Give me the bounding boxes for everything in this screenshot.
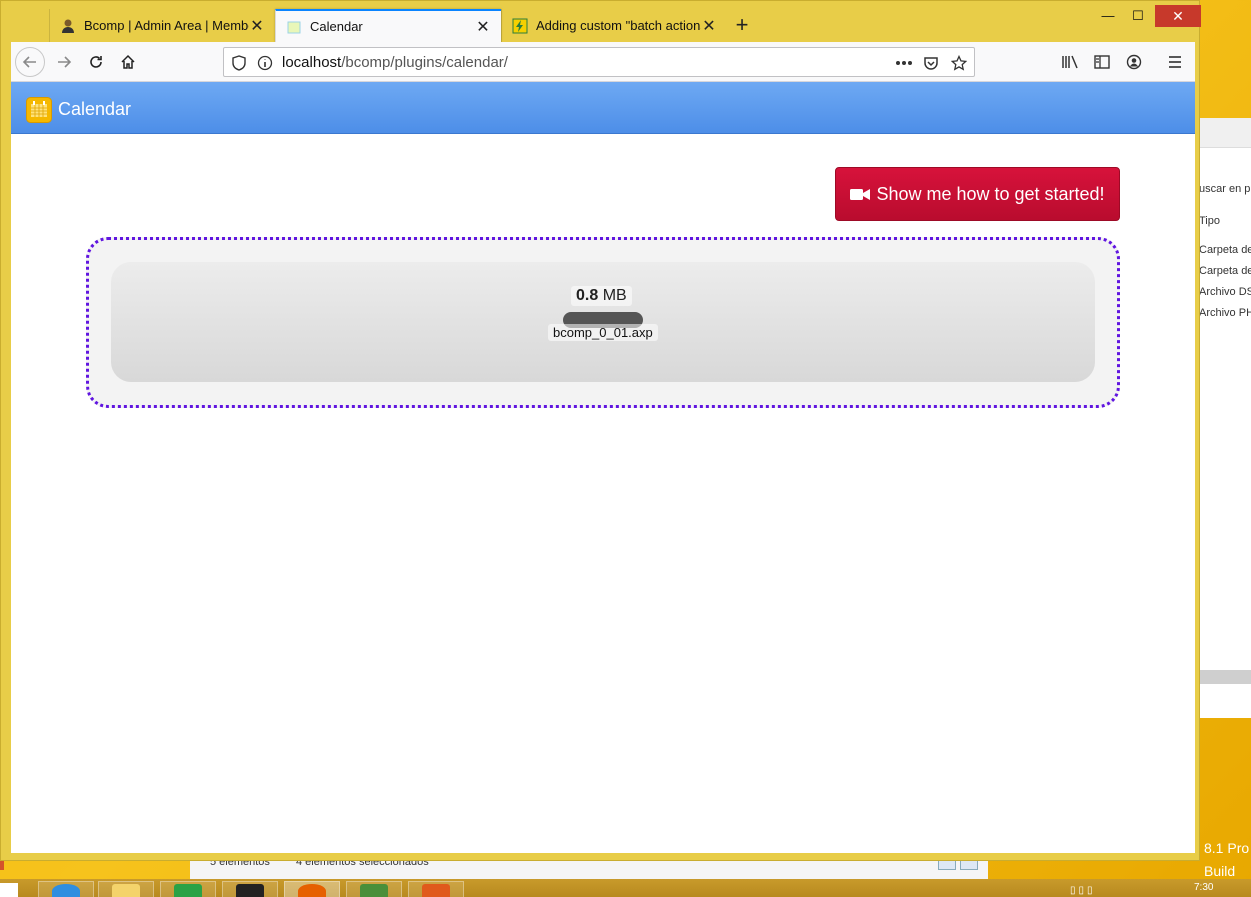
explorer-ribbon [1197, 118, 1251, 148]
owl-icon [422, 884, 450, 897]
hamburger-menu-icon [1169, 56, 1181, 68]
tab-batch-actions[interactable]: Adding custom "batch actions" ✕ [501, 9, 727, 42]
forward-button[interactable] [49, 47, 79, 77]
site-info-icon[interactable] [256, 54, 274, 72]
explorer-row[interactable]: Archivo PH [1199, 307, 1251, 319]
taskbar-store[interactable] [160, 881, 216, 897]
system-tray-icons[interactable]: ▯▯▯ [1070, 885, 1096, 896]
start-button-icon[interactable] [0, 883, 18, 897]
library-button[interactable] [1055, 47, 1085, 77]
tab-calendar[interactable]: Calendar ✕ [275, 9, 501, 42]
back-button[interactable] [15, 47, 45, 77]
explorer-row[interactable]: Carpeta de [1199, 244, 1251, 256]
file-size: 0.8 MB [571, 286, 632, 306]
window-controls: — ☐ ✕ [1093, 1, 1201, 31]
ie-icon [52, 884, 80, 897]
tab-strip: Bcomp | Admin Area | Member ✕ Calendar ✕… [1, 1, 1201, 42]
get-started-label: Show me how to get started! [876, 183, 1105, 204]
tab-strip-spacer [1, 9, 49, 42]
taskbar: ▯▯▯ 7:30 [0, 879, 1251, 897]
bookmark-star-icon[interactable] [949, 54, 969, 72]
library-icon [1062, 55, 1078, 69]
tab-admin-area[interactable]: Bcomp | Admin Area | Member ✕ [49, 9, 275, 42]
back-arrow-icon [22, 56, 36, 68]
file-preview: 0.8 MB bcomp_0_01.axp [111, 262, 1095, 382]
reload-icon [90, 56, 102, 68]
file-size-unit: MB [602, 287, 627, 304]
calendar-app-icon [26, 97, 52, 123]
calendar-icon [286, 19, 302, 35]
store-icon [174, 884, 202, 897]
sidebar-icon [1094, 55, 1110, 69]
explorer-search[interactable]: uscar en p [1199, 183, 1250, 195]
account-icon [1126, 54, 1142, 70]
browser-window: Bcomp | Admin Area | Member ✕ Calendar ✕… [0, 0, 1201, 861]
reload-button[interactable] [81, 47, 111, 77]
taskbar-clock[interactable]: 7:30 [1194, 882, 1213, 893]
pocket-icon[interactable] [921, 54, 941, 72]
url-text[interactable]: localhost/bcomp/plugins/calendar/ [282, 54, 508, 71]
navigation-toolbar: localhost/bcomp/plugins/calendar/ [11, 42, 1195, 82]
taskbar-cmd[interactable] [222, 881, 278, 897]
page-content: Calendar Show me how to get started! 0.8… [11, 82, 1195, 853]
sidebar-button[interactable] [1087, 47, 1117, 77]
folder-icon [112, 884, 140, 897]
app-icon [360, 884, 388, 897]
home-button[interactable] [113, 47, 143, 77]
forward-arrow-icon [58, 56, 72, 68]
get-started-button[interactable]: Show me how to get started! [835, 167, 1120, 221]
video-camera-icon [850, 188, 871, 200]
url-host: localhost [282, 54, 342, 71]
lightning-icon [512, 18, 528, 34]
maximize-icon[interactable]: ☐ [1123, 5, 1153, 27]
app-header: Calendar [11, 82, 1195, 134]
windows-version: 8.1 Pro [1204, 840, 1250, 856]
explorer-window-partial: uscar en p Tipo Carpeta de Carpeta de Ar… [1196, 118, 1251, 718]
home-icon [121, 54, 135, 69]
taskbar-firefox[interactable] [284, 881, 340, 897]
firefox-icon [298, 884, 326, 897]
tracking-shield-icon[interactable] [230, 54, 248, 72]
close-tab-icon[interactable]: ✕ [701, 16, 717, 36]
user-avatar-icon [60, 18, 76, 34]
taskbar-ie[interactable] [38, 881, 94, 897]
terminal-icon [236, 884, 264, 897]
close-window-icon[interactable]: ✕ [1155, 5, 1201, 27]
file-dropzone[interactable]: 0.8 MB bcomp_0_01.axp [86, 237, 1120, 408]
tab-title: Bcomp | Admin Area | Member [84, 18, 249, 33]
url-path: /bcomp/plugins/calendar/ [341, 54, 508, 71]
tab-title: Calendar [310, 19, 363, 34]
new-tab-button[interactable]: + [728, 11, 756, 39]
explorer-column-type[interactable]: Tipo [1199, 215, 1220, 227]
explorer-row[interactable]: Archivo DS [1199, 286, 1251, 298]
url-bar[interactable]: localhost/bcomp/plugins/calendar/ [223, 47, 975, 77]
taskbar-explorer[interactable] [98, 881, 154, 897]
file-name: bcomp_0_01.axp [548, 324, 658, 341]
tab-title: Adding custom "batch actions" [536, 18, 701, 33]
page-title: Calendar [58, 99, 132, 119]
file-size-value: 0.8 [576, 287, 599, 304]
taskbar-app2[interactable] [408, 881, 464, 897]
menu-button[interactable] [1160, 47, 1190, 77]
page-actions-icon[interactable] [894, 54, 914, 72]
explorer-row[interactable]: Carpeta de [1199, 265, 1251, 277]
explorer-scrollbar[interactable] [1197, 670, 1251, 684]
close-tab-icon[interactable]: ✕ [475, 17, 491, 37]
account-button[interactable] [1119, 47, 1149, 77]
close-tab-icon[interactable]: ✕ [249, 16, 265, 36]
minimize-icon[interactable]: — [1093, 5, 1123, 27]
taskbar-app[interactable] [346, 881, 402, 897]
